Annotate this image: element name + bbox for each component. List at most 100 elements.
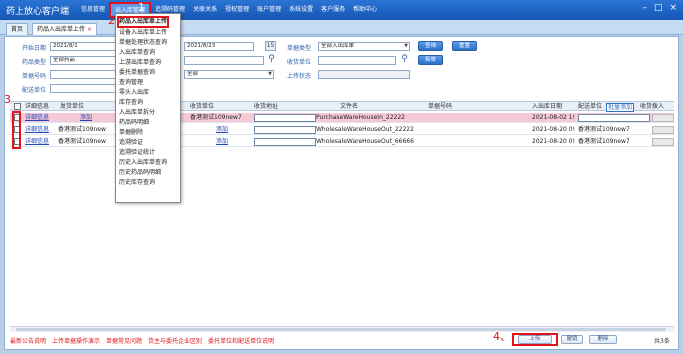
recv-unit-add-link[interactable]: 添加 bbox=[216, 137, 228, 146]
menu-system-settings[interactable]: 系统设置 bbox=[285, 0, 317, 20]
dist-unit-cell: 香港测试109new7 bbox=[578, 126, 630, 133]
minimize-icon[interactable]: – bbox=[642, 3, 647, 13]
menu-item-history-inout[interactable]: 历史入出库单查询 bbox=[119, 159, 167, 167]
menu-item-device-upload[interactable]: 设备入出库单上传 bbox=[119, 29, 167, 37]
menu-item-verify-stats[interactable]: 追溯验证统计 bbox=[119, 149, 155, 157]
menu-help-center[interactable]: 帮助中心 bbox=[349, 0, 381, 20]
menu-item-upstream-query[interactable]: 上游出库单查询 bbox=[119, 59, 161, 67]
detail-link[interactable]: 详细信息 bbox=[25, 113, 49, 122]
menu-relations[interactable]: 关联关系 bbox=[189, 0, 221, 20]
ship-unit-add-link[interactable]: 添加 bbox=[80, 113, 92, 122]
upload-button[interactable]: 上传 bbox=[518, 335, 552, 344]
recv-unit-cell: 香港测试109new7 bbox=[190, 114, 242, 121]
upload-status-select[interactable] bbox=[318, 70, 410, 79]
annotation-1: 1 bbox=[138, 1, 145, 14]
menu-item-entrust-query[interactable]: 委托单据查询 bbox=[119, 69, 155, 77]
file-name-cell: PurchaseWareHouseIn_22222 bbox=[316, 114, 405, 121]
end-date-input[interactable]: 2021/8/23 bbox=[184, 42, 254, 51]
tab-label: 药品入出库单上传 bbox=[37, 26, 86, 33]
menu-item-stock-query[interactable]: 库存查询 bbox=[119, 99, 143, 107]
menu-item-history-code[interactable]: 历史药品码明细 bbox=[119, 169, 161, 177]
dist-unit-cell-input[interactable] bbox=[578, 114, 650, 122]
menu-item-split[interactable]: 入出库单拆分 bbox=[119, 109, 155, 117]
delete-button[interactable]: 删除 bbox=[589, 335, 617, 344]
date-cell: 2021-08-02 1! bbox=[532, 114, 575, 121]
th-date: 入出库日期 bbox=[532, 103, 563, 110]
th-bill-no: 单据号码 bbox=[428, 103, 453, 110]
calendar-icon[interactable]: 15 bbox=[265, 41, 276, 51]
footer-link-faq[interactable]: 单据常见问题 bbox=[106, 336, 142, 345]
chevron-down-icon: ▼ bbox=[268, 71, 272, 77]
drug-type-label: 药品类型 bbox=[22, 59, 47, 66]
th-recv-address: 收货地址 bbox=[254, 103, 279, 110]
menu-item-code-detail[interactable]: 药品码明细 bbox=[119, 119, 149, 127]
menu-item-delete[interactable]: 单据删除 bbox=[119, 129, 143, 137]
menu-account[interactable]: 账户管理 bbox=[253, 0, 285, 20]
detail-link[interactable]: 详细信息 bbox=[25, 125, 49, 134]
table-row[interactable]: 详细信息 添加 香港测试109new7 PurchaseWareHouseIn_… bbox=[10, 113, 674, 123]
tab-strip: 首页 药品入出库单上传 × bbox=[0, 20, 683, 35]
footer-link-announcement[interactable]: 最新公告说明 bbox=[10, 336, 46, 345]
search-icon[interactable]: ⚲ bbox=[399, 55, 410, 65]
start-date-input[interactable]: 2021/8/1 bbox=[50, 42, 116, 51]
entrust-value: 全部 bbox=[187, 71, 199, 77]
menu-item-drug-upload[interactable]: 药品入出库单上传 bbox=[116, 16, 170, 28]
drug-type-select[interactable]: 全部药品 bbox=[50, 56, 116, 65]
th-recv-unit: 收货单位 bbox=[190, 103, 215, 110]
recv-transfer-cell bbox=[652, 138, 674, 146]
menu-item-history-stock[interactable]: 历史库存查询 bbox=[119, 179, 155, 187]
menu-authorization[interactable]: 授权管理 bbox=[221, 0, 253, 20]
footer-link-entrust-dist[interactable]: 委托单位和配送单位说明 bbox=[208, 336, 274, 345]
table-row[interactable]: 详细信息 香港测试109new 添加 WholesaleWareHouseOut… bbox=[10, 125, 674, 135]
bill-no-input[interactable] bbox=[50, 70, 116, 79]
menu-item-trace-verify[interactable]: 追溯验证 bbox=[119, 139, 143, 147]
batch-add-button[interactable]: 批量添加 bbox=[606, 103, 635, 112]
menu-info-management[interactable]: 信息管理 bbox=[77, 0, 109, 20]
query-button[interactable]: 查询 bbox=[418, 41, 444, 51]
middle-field[interactable] bbox=[184, 56, 264, 65]
file-name-cell: WholesaleWareHouseOut_22222 bbox=[316, 126, 414, 133]
split-button[interactable]: 拆单 bbox=[418, 55, 444, 65]
th-recv-transfer: 收货拨入 bbox=[640, 103, 665, 110]
recv-address-input[interactable] bbox=[254, 126, 316, 134]
bill-type-label: 单据类型 bbox=[287, 45, 312, 52]
close-icon[interactable]: × bbox=[669, 3, 677, 13]
dist-unit-label: 配送单位 bbox=[22, 87, 47, 94]
maximize-icon[interactable]: □ bbox=[654, 3, 663, 13]
recv-unit-add-link[interactable]: 添加 bbox=[216, 125, 228, 134]
menu-customer-service[interactable]: 客户服务 bbox=[317, 0, 349, 20]
reset-button[interactable]: 重置 bbox=[452, 41, 478, 51]
footer-links: 最新公告说明 上传单据操作演示 单据常见问题 货主与委托企业区别 委托单位和配送… bbox=[10, 336, 274, 345]
recv-address-input[interactable] bbox=[254, 114, 316, 122]
recv-address-input[interactable] bbox=[254, 138, 316, 146]
menu-item-status-query[interactable]: 单据处理状态查询 bbox=[119, 39, 167, 47]
revoke-button[interactable]: 撤销 bbox=[561, 335, 583, 344]
tab-close-icon[interactable]: × bbox=[87, 26, 92, 33]
file-name-cell: WholesaleWareHouseOut_66666 bbox=[316, 138, 414, 145]
tab-home[interactable]: 首页 bbox=[6, 23, 29, 35]
horizontal-scrollbar[interactable] bbox=[10, 326, 674, 332]
th-detail: 详细信息 bbox=[25, 103, 50, 110]
menu-item-inout-query[interactable]: 入出库单查询 bbox=[119, 49, 155, 57]
search-icon[interactable]: ⚲ bbox=[266, 55, 277, 65]
scroll-thumb[interactable] bbox=[16, 328, 666, 331]
tab-drug-inout-upload[interactable]: 药品入出库单上传 × bbox=[32, 23, 98, 35]
detail-link[interactable]: 详细信息 bbox=[25, 137, 49, 146]
footer-link-demo[interactable]: 上传单据操作演示 bbox=[52, 336, 100, 345]
entrust-select[interactable]: 全部 ▼ bbox=[184, 70, 274, 79]
annotation-4: 4、 bbox=[493, 330, 511, 343]
menu-item-fraction-inout[interactable]: 零头入出库 bbox=[119, 89, 149, 97]
table-row[interactable]: 详细信息 香港测试109new 添加 WholesaleWareHouseOut… bbox=[10, 137, 674, 147]
bill-no-label: 单据号码 bbox=[22, 73, 47, 80]
bill-type-value: 全部入出库单 bbox=[321, 43, 355, 49]
annotation-3: 3 bbox=[4, 93, 11, 106]
footer-link-owner-entrust[interactable]: 货主与委托企业区别 bbox=[148, 336, 202, 345]
date-cell: 2021-08-20 0! bbox=[532, 126, 575, 133]
bill-type-select[interactable]: 全部入出库单 ▼ bbox=[318, 42, 410, 51]
menu-item-query-manage[interactable]: 查询管理 bbox=[119, 79, 143, 87]
annotation-2: 2 bbox=[108, 14, 115, 27]
recv-unit-input[interactable] bbox=[318, 56, 396, 65]
select-all-checkbox[interactable] bbox=[14, 103, 21, 110]
dist-unit-input[interactable] bbox=[50, 84, 116, 93]
recv-unit-label: 收货单位 bbox=[287, 59, 312, 66]
